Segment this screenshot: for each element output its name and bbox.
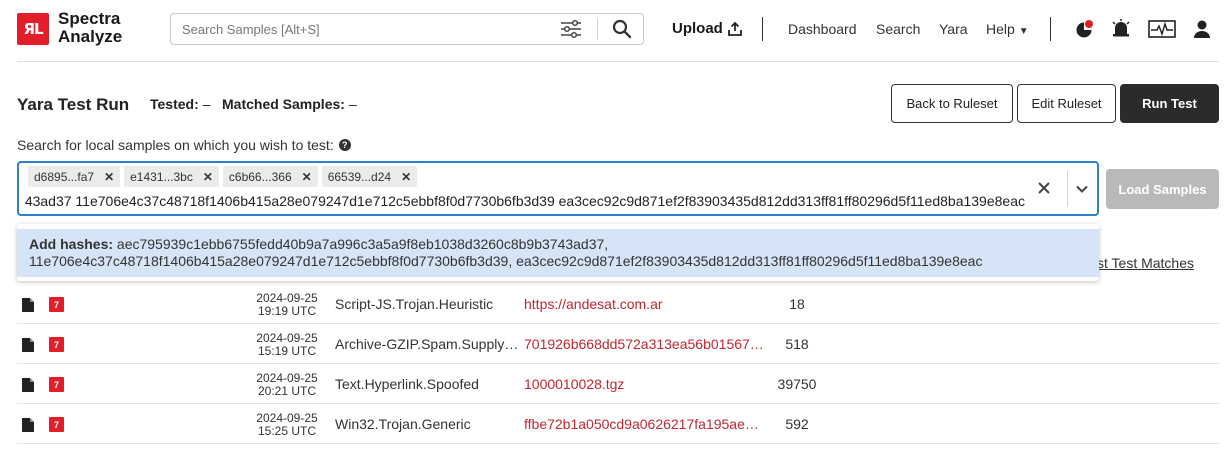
multiselect-separator	[1067, 171, 1068, 207]
threat-name: Text.Hyperlink.Spoofed	[335, 376, 479, 392]
chevron-down-icon[interactable]	[1073, 180, 1091, 198]
global-search-input[interactable]	[171, 14, 551, 44]
hash-chip-label: c6b66...366	[228, 169, 292, 184]
time-line: 19:19 UTC	[257, 304, 317, 318]
file-name-link[interactable]: https://andesat.com.ar	[524, 296, 663, 312]
add-hashes-option[interactable]: Add hashes: aec795939c1ebb6755fedd40b9a7…	[17, 229, 1099, 277]
threat-level-badge: 7	[49, 417, 64, 432]
tested-label: Tested:	[150, 96, 199, 112]
help-question-icon[interactable]: ?	[338, 139, 351, 151]
first-seen-date: 2024-09-25 20:21 UTC	[242, 372, 332, 398]
threat-level-badge: 7	[49, 297, 64, 312]
upload-button[interactable]: Upload	[672, 20, 743, 37]
file-icon	[22, 418, 34, 432]
search-icon[interactable]	[611, 19, 633, 39]
global-search-box	[170, 13, 644, 45]
sample-search-label-text: Search for local samples on which you wi…	[17, 137, 334, 153]
tested-stat: Tested: –	[150, 96, 210, 112]
remove-chip-icon[interactable]: ✕	[401, 170, 411, 184]
hash-chip: 66539...d24 ✕	[321, 166, 418, 187]
upload-label: Upload	[672, 20, 723, 37]
matched-stat: Matched Samples: –	[222, 96, 357, 112]
threat-level-badge: 7	[49, 377, 64, 392]
page-title: Yara Test Run	[17, 95, 130, 114]
file-icon	[22, 378, 34, 392]
nav-yara[interactable]: Yara	[939, 21, 968, 37]
run-test-button[interactable]: Run Test	[1120, 84, 1219, 123]
test-matches-link[interactable]: st Test Matches	[1097, 255, 1194, 271]
threat-name: Win32.Trojan.Generic	[335, 416, 471, 432]
hash-chip-label: 66539...d24	[327, 169, 392, 184]
selected-chips: d6895...fa7 ✕ e1431...3bc ✕ c6b66...366 …	[28, 166, 418, 187]
hash-chip: e1431...3bc ✕	[124, 166, 219, 187]
logo-line-2: Analyze	[58, 27, 123, 46]
hash-suggestion-dropdown: Add hashes: aec795939c1ebb6755fedd40b9a7…	[17, 224, 1099, 281]
remove-chip-icon[interactable]: ✕	[104, 170, 114, 184]
nav-dashboard[interactable]: Dashboard	[788, 21, 857, 37]
file-size: 518	[785, 336, 809, 352]
remove-chip-icon[interactable]: ✕	[203, 170, 213, 184]
header-separator	[762, 17, 763, 41]
search-divider	[597, 18, 598, 40]
matched-label: Matched Samples:	[222, 96, 345, 112]
table-row[interactable]: 7 2024-09-25 15:25 UTC Win32.Trojan.Gener…	[17, 404, 1219, 444]
nav-search[interactable]: Search	[876, 21, 920, 37]
file-icon	[22, 338, 34, 352]
user-icon[interactable]	[1191, 18, 1213, 40]
file-name-link[interactable]: 701926b668dd572a313ea56b01567…	[524, 336, 764, 352]
sample-hash-multiselect[interactable]: d6895...fa7 ✕ e1431...3bc ✕ c6b66...366 …	[17, 161, 1099, 216]
add-hashes-line-1: Add hashes: aec795939c1ebb6755fedd40b9a7…	[29, 236, 1087, 253]
file-size: 39750	[777, 376, 817, 392]
hash-chip-label: e1431...3bc	[130, 169, 193, 184]
hash-chip-label: d6895...fa7	[34, 169, 95, 184]
file-icon	[22, 298, 34, 312]
edit-ruleset-button[interactable]: Edit Ruleset	[1017, 84, 1116, 123]
file-name-link[interactable]: 1000010028.tgz	[524, 376, 624, 392]
logo-mark[interactable]: ЯL	[17, 13, 49, 45]
time-line: 15:25 UTC	[257, 424, 317, 438]
caret-down-icon: ▼	[1018, 26, 1029, 37]
nav-help-label: Help	[986, 21, 1015, 37]
header-separator-2	[1050, 17, 1051, 41]
alarm-bell-icon[interactable]	[1110, 18, 1132, 40]
load-samples-button[interactable]: Load Samples	[1106, 169, 1219, 209]
hash-chip: d6895...fa7 ✕	[28, 166, 121, 187]
file-size: 18	[789, 296, 805, 312]
sample-search-label: Search for local samples on which you wi…	[17, 137, 351, 153]
add-hashes-prefix: Add hashes:	[29, 236, 114, 252]
first-seen-date: 2024-09-25 19:19 UTC	[242, 292, 332, 318]
back-to-ruleset-button[interactable]: Back to Ruleset	[891, 84, 1013, 123]
threat-level-badge: 7	[49, 337, 64, 352]
threat-name: Script-JS.Trojan.Heuristic	[335, 296, 494, 312]
logo-wordmark[interactable]: Spectra Analyze	[58, 10, 122, 46]
add-hashes-text-2: 11e706e4c37c48718f1406b415a28e079247d1e7…	[29, 253, 983, 269]
table-row[interactable]: 7 2024-09-25 20:21 UTC Text.Hyperlink.Spo…	[17, 364, 1219, 404]
nav-help[interactable]: Help ▼	[986, 21, 1029, 37]
hash-chip: c6b66...366 ✕	[222, 166, 318, 187]
time-line: 15:19 UTC	[257, 344, 317, 358]
threat-name: Archive-GZIP.Spam.Supply…	[335, 336, 519, 352]
typed-hashes: aec795939c1ebb6755fedd40b9a7a996c3a5a9f8…	[25, 193, 1025, 209]
first-seen-date: 2024-09-25 15:25 UTC	[242, 412, 332, 438]
clear-input-icon[interactable]	[1035, 179, 1053, 197]
top-header: ЯL Spectra Analyze Upload Dashboard Sear…	[0, 0, 1225, 60]
add-hashes-text-1: aec795939c1ebb6755fedd40b9a7a996c3a5a9f8…	[116, 236, 609, 252]
time-line: 20:21 UTC	[257, 384, 317, 398]
remove-chip-icon[interactable]: ✕	[302, 170, 312, 184]
matched-value: –	[348, 96, 357, 112]
pie-chart-icon[interactable]	[1074, 18, 1096, 40]
file-size: 592	[785, 416, 809, 432]
multiselect-typed-input[interactable]: aec795939c1ebb6755fedd40b9a7a996c3a5a9f8…	[25, 193, 1025, 209]
first-seen-date: 2024-09-25 15:19 UTC	[242, 332, 332, 358]
filter-sliders-icon[interactable]	[559, 19, 583, 39]
logo-line-1: Spectra	[58, 9, 121, 28]
header-divider	[17, 61, 1219, 62]
tested-value: –	[202, 96, 211, 112]
heartbeat-monitor-icon[interactable]	[1148, 18, 1176, 40]
upload-icon	[727, 21, 742, 36]
file-name-link[interactable]: ffbe72b1a050cd9a0626217fa195ae…	[524, 416, 759, 432]
table-row[interactable]: 7 2024-09-25 19:19 UTC Script-JS.Trojan.H…	[17, 284, 1219, 324]
table-row[interactable]: 7 2024-09-25 15:19 UTC Archive-GZIP.Spam.…	[17, 324, 1219, 364]
